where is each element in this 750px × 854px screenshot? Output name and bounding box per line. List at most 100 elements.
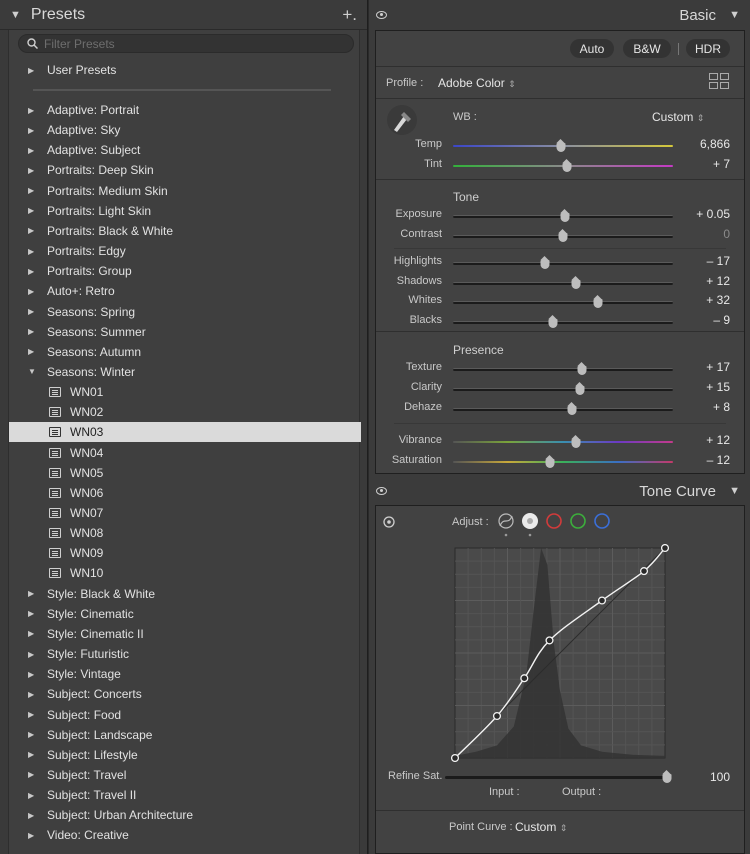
preset-group[interactable]: ▶ Seasons: Autumn <box>9 342 361 362</box>
highlights-thumb[interactable] <box>540 256 550 269</box>
wb-eyedropper-icon[interactable] <box>386 103 418 137</box>
disclosure-collapsed-icon[interactable]: ▶ <box>28 226 38 235</box>
preset-group[interactable]: ▶ Seasons: Spring <box>9 302 361 322</box>
disclosure-collapsed-icon[interactable]: ▶ <box>28 66 38 75</box>
plus-icon[interactable]: +. <box>342 5 357 25</box>
disclosure-collapsed-icon[interactable]: ▶ <box>28 650 38 659</box>
bw-button[interactable]: B&W <box>623 39 671 58</box>
blacks-value[interactable]: – 9 <box>670 313 730 327</box>
disclosure-collapsed-icon[interactable]: ▶ <box>28 831 38 840</box>
shadows-thumb[interactable] <box>571 276 581 289</box>
preset-group[interactable]: ▶ Adaptive: Subject <box>9 140 361 160</box>
disclosure-collapsed-icon[interactable]: ▶ <box>28 106 38 115</box>
preset-group[interactable]: ▶ Style: Futuristic <box>9 644 361 664</box>
preset-group[interactable]: ▶ Portraits: Deep Skin <box>9 160 361 180</box>
disclosure-collapsed-icon[interactable]: ▶ <box>28 206 38 215</box>
preset-item[interactable]: WN08 <box>9 523 361 543</box>
whites-thumb[interactable] <box>593 295 603 308</box>
disclosure-collapsed-icon[interactable]: ▶ <box>28 589 38 598</box>
filter-field[interactable] <box>18 34 354 53</box>
disclosure-collapsed-icon[interactable]: ▶ <box>28 690 38 699</box>
disclosure-collapsed-icon[interactable]: ▶ <box>28 347 38 356</box>
curve-control-point[interactable] <box>492 711 502 721</box>
preset-group[interactable]: ▶ Subject: Urban Architecture <box>9 805 361 825</box>
disclosure-collapsed-icon[interactable]: ▶ <box>28 609 38 618</box>
disclosure-collapsed-icon[interactable]: ▶ <box>28 186 38 195</box>
texture-thumb[interactable] <box>577 362 587 375</box>
tint-value[interactable]: + 7 <box>670 157 730 171</box>
preset-item[interactable]: WN04 <box>9 443 361 463</box>
curve-control-point[interactable] <box>520 674 529 683</box>
preset-group[interactable]: ▶ Subject: Lifestyle <box>9 745 361 765</box>
blue-channel-icon[interactable] <box>594 513 610 529</box>
saturation-value[interactable]: – 12 <box>670 453 730 467</box>
collapse-triangle-icon[interactable]: ▼ <box>729 9 740 21</box>
disclosure-collapsed-icon[interactable]: ▶ <box>28 770 38 779</box>
disclosure-collapsed-icon[interactable]: ▶ <box>28 730 38 739</box>
texture-value[interactable]: + 17 <box>670 360 730 374</box>
preset-item[interactable]: WN03 <box>9 422 361 443</box>
preset-group[interactable]: ▶ Auto+: Retro <box>9 281 361 301</box>
filter-presets-input[interactable] <box>44 36 334 51</box>
eye-icon[interactable] <box>376 11 387 19</box>
clarity-slider[interactable] <box>453 388 673 391</box>
preset-group[interactable]: ▶ Adaptive: Sky <box>9 120 361 140</box>
collapse-triangle-icon[interactable]: ▼ <box>729 485 740 497</box>
refine-sat-slider[interactable] <box>445 776 667 779</box>
vibrance-value[interactable]: + 12 <box>670 433 730 447</box>
preset-group[interactable]: ▼ Seasons: Winter <box>9 362 361 382</box>
blacks-thumb[interactable] <box>548 315 558 328</box>
temp-thumb[interactable] <box>556 139 566 152</box>
vibrance-thumb[interactable] <box>571 435 581 448</box>
point-curve-dropdown[interactable]: Custom ⇕ <box>515 820 567 834</box>
clarity-thumb[interactable] <box>575 382 584 395</box>
parametric-curve-icon[interactable] <box>498 513 514 529</box>
preset-item[interactable]: WN01 <box>9 382 361 402</box>
preset-group[interactable]: ▶ Subject: Concerts <box>9 684 361 704</box>
presets-panel-header[interactable]: ▼ Presets +. <box>0 0 367 30</box>
blacks-slider[interactable] <box>453 321 673 324</box>
preset-group[interactable]: ▶ Portraits: Medium Skin <box>9 181 361 201</box>
preset-group[interactable]: ▶ Style: Cinematic <box>9 604 361 624</box>
disclosure-collapsed-icon[interactable]: ▶ <box>28 267 38 276</box>
auto-button[interactable]: Auto <box>570 39 614 58</box>
profile-browser-grid-icon[interactable] <box>709 73 730 90</box>
collapse-triangle-icon[interactable]: ▼ <box>10 9 21 21</box>
exposure-value[interactable]: + 0.05 <box>670 207 730 221</box>
preset-group[interactable]: ▶ Portraits: Group <box>9 261 361 281</box>
wb-dropdown[interactable]: Custom ⇕ <box>652 110 704 124</box>
disclosure-collapsed-icon[interactable]: ▶ <box>28 710 38 719</box>
dehaze-slider[interactable] <box>453 408 673 411</box>
preset-group[interactable]: ▶ Subject: Travel II <box>9 785 361 805</box>
preset-item[interactable]: WN02 <box>9 402 361 422</box>
vibrance-slider[interactable] <box>453 441 673 443</box>
green-channel-icon[interactable] <box>570 513 586 529</box>
shadows-value[interactable]: + 12 <box>670 274 730 288</box>
tone-curve-panel-header[interactable]: Tone Curve ▼ <box>369 476 750 506</box>
highlights-value[interactable]: – 17 <box>670 254 730 268</box>
preset-group[interactable]: ▶ Portraits: Edgy <box>9 241 361 261</box>
saturation-slider[interactable] <box>453 461 673 463</box>
tone-curve-graph[interactable] <box>451 544 669 762</box>
basic-panel-header[interactable]: Basic ▼ <box>369 0 750 30</box>
point-curve-rgb-icon[interactable] <box>522 513 538 529</box>
preset-group[interactable]: ▶ Subject: Travel <box>9 765 361 785</box>
curve-control-point[interactable] <box>660 544 669 553</box>
preset-group[interactable]: ▶ Style: Black & White <box>9 584 361 604</box>
disclosure-collapsed-icon[interactable]: ▶ <box>28 307 38 316</box>
preset-group[interactable]: ▶ Subject: Food <box>9 705 361 725</box>
contrast-thumb[interactable] <box>558 229 568 242</box>
disclosure-collapsed-icon[interactable]: ▶ <box>28 750 38 759</box>
preset-item[interactable]: WN10 <box>9 563 361 583</box>
preset-item[interactable]: WN09 <box>9 543 361 563</box>
whites-slider[interactable] <box>453 301 673 304</box>
curve-control-point[interactable] <box>597 596 607 605</box>
disclosure-collapsed-icon[interactable]: ▶ <box>28 629 38 638</box>
preset-group[interactable]: ▶ Seasons: Summer <box>9 322 361 342</box>
preset-item[interactable]: WN06 <box>9 483 361 503</box>
preset-group[interactable]: ▶ Style: Vintage <box>9 664 361 684</box>
preset-group[interactable]: ▶ Style: Cinematic II <box>9 624 361 644</box>
whites-value[interactable]: + 32 <box>670 293 730 307</box>
shadows-slider[interactable] <box>453 282 673 285</box>
preset-group[interactable]: ▶ Video: Creative <box>9 825 361 845</box>
